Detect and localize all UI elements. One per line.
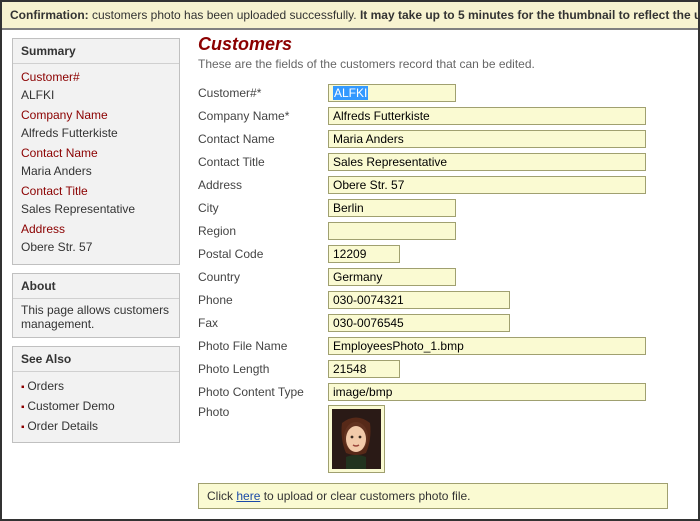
upload-suffix: to upload or clear customers photo file. (260, 489, 470, 503)
city-input[interactable] (328, 199, 456, 217)
main-content: Customers These are the fields of the cu… (180, 30, 698, 517)
contact-name-input[interactable] (328, 130, 646, 148)
page-description: These are the fields of the customers re… (198, 57, 686, 71)
field-label-photo: Photo (198, 405, 328, 419)
summary-field-value: Maria Anders (21, 162, 171, 182)
about-panel: About This page allows customers managem… (12, 273, 180, 338)
postal-code-input[interactable] (328, 245, 400, 263)
contact-title-input[interactable] (328, 153, 646, 171)
field-label-phone: Phone (198, 293, 328, 307)
field-label-address: Address (198, 178, 328, 192)
summary-field-value: ALFKI (21, 86, 171, 106)
summary-field-label: Contact Title (21, 182, 171, 200)
field-label-photo-content-type: Photo Content Type (198, 385, 328, 399)
customer-id-input[interactable]: ALFKI (328, 84, 456, 102)
summary-field-label: Address (21, 220, 171, 238)
summary-field-label: Company Name (21, 106, 171, 124)
upload-instruction: Click here to upload or clear customers … (198, 483, 668, 509)
field-label-postal-code: Postal Code (198, 247, 328, 261)
confirmation-note: It may take up to 5 minutes for the thum… (360, 8, 698, 22)
field-label-contact-name: Contact Name (198, 132, 328, 146)
field-label-contact-title: Contact Title (198, 155, 328, 169)
seealso-link[interactable]: Orders (27, 379, 64, 393)
country-input[interactable] (328, 268, 456, 286)
field-label-region: Region (198, 224, 328, 238)
summary-field-label: Contact Name (21, 144, 171, 162)
field-label-company-name: Company Name* (198, 109, 328, 123)
confirmation-label: Confirmation: (10, 8, 89, 22)
confirmation-message: customers photo has been uploaded succes… (92, 8, 357, 22)
summary-field-value: Sales Representative (21, 200, 171, 220)
selected-value: ALFKI (333, 86, 368, 100)
photo-file-name-input[interactable] (328, 337, 646, 355)
address-input[interactable] (328, 176, 646, 194)
summary-field-value: Alfreds Futterkiste (21, 124, 171, 144)
photo-thumbnail[interactable] (328, 405, 385, 473)
summary-field-value: Obere Str. 57 (21, 238, 171, 258)
field-label-photo-file-name: Photo File Name (198, 339, 328, 353)
phone-input[interactable] (328, 291, 510, 309)
about-text: This page allows customers management. (13, 299, 179, 337)
field-label-fax: Fax (198, 316, 328, 330)
seealso-item[interactable]: Customer Demo (21, 396, 171, 416)
summary-field-label: Customer# (21, 68, 171, 86)
photo-content-type-input[interactable] (328, 383, 646, 401)
seealso-item[interactable]: Order Details (21, 416, 171, 436)
field-label-country: Country (198, 270, 328, 284)
seealso-list: Orders Customer Demo Order Details (21, 376, 171, 436)
upload-prefix: Click (207, 489, 236, 503)
photo-icon (332, 409, 381, 469)
seealso-title: See Also (13, 347, 179, 372)
field-label-customer-id: Customer#* (198, 86, 328, 100)
seealso-link[interactable]: Order Details (27, 419, 98, 433)
about-title: About (13, 274, 179, 299)
confirmation-bar: Confirmation: customers photo has been u… (2, 2, 698, 30)
seealso-item[interactable]: Orders (21, 376, 171, 396)
fax-input[interactable] (328, 314, 510, 332)
company-name-input[interactable] (328, 107, 646, 125)
summary-title: Summary (13, 39, 179, 64)
summary-panel: Summary Customer# ALFKI Company Name Alf… (12, 38, 180, 265)
field-label-city: City (198, 201, 328, 215)
photo-length-input[interactable] (328, 360, 400, 378)
sidebar: Summary Customer# ALFKI Company Name Alf… (2, 30, 180, 517)
summary-list: Customer# ALFKI Company Name Alfreds Fut… (13, 64, 179, 264)
region-input[interactable] (328, 222, 456, 240)
seealso-link[interactable]: Customer Demo (27, 399, 114, 413)
page-title: Customers (198, 34, 686, 55)
field-label-photo-length: Photo Length (198, 362, 328, 376)
upload-link[interactable]: here (236, 489, 260, 503)
seealso-panel: See Also Orders Customer Demo Order Deta… (12, 346, 180, 443)
